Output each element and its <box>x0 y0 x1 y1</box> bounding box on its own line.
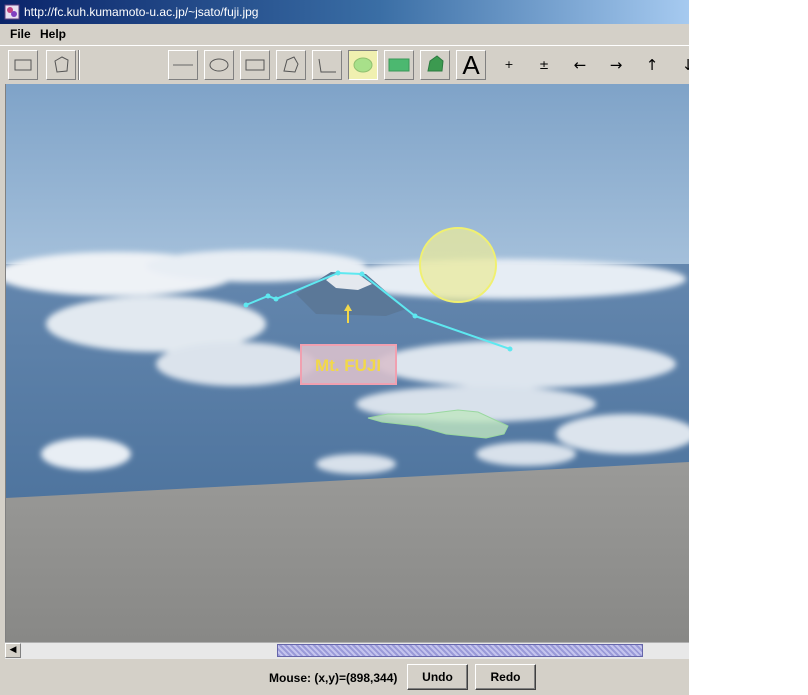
rectangle-icon <box>245 59 265 71</box>
polygon-tool[interactable] <box>276 50 306 80</box>
ellipse-icon <box>209 58 229 72</box>
menu-help[interactable]: Help <box>38 27 68 41</box>
horizontal-scrollbar[interactable]: ◀ <box>5 642 689 659</box>
app-icon <box>4 4 20 20</box>
rectangle-tool[interactable] <box>240 50 270 80</box>
app-window: http://fc.kuh.kumamoto-u.ac.jp/~jsato/fu… <box>0 0 689 695</box>
window-title: http://fc.kuh.kumamoto-u.ac.jp/~jsato/fu… <box>24 5 259 19</box>
scroll-right-button[interactable]: → <box>601 50 631 80</box>
zoom-toggle-button[interactable]: ± <box>529 50 559 80</box>
filled-rectangle-icon <box>388 58 410 72</box>
filled-polygon-tool[interactable] <box>420 50 450 80</box>
line-tool[interactable] <box>168 50 198 80</box>
polyline-tool[interactable] <box>312 50 342 80</box>
rectangle-icon <box>14 59 32 71</box>
menu-file[interactable]: File <box>8 27 33 41</box>
photo-view: Mt. FUJI <box>6 84 689 642</box>
select-polygon-tool[interactable] <box>46 50 76 80</box>
image-canvas[interactable]: Mt. FUJI <box>5 84 689 642</box>
polygon-icon <box>54 56 69 73</box>
line-icon <box>173 64 193 66</box>
undo-button[interactable]: Undo <box>407 664 468 690</box>
text-tool-label: A <box>462 50 480 80</box>
polyline-icon <box>318 58 336 73</box>
scroll-left-arrow-icon[interactable]: ◀ <box>5 643 21 658</box>
scrollbar-thumb[interactable] <box>277 644 643 657</box>
filled-ellipse-tool[interactable] <box>348 50 378 80</box>
filled-rectangle-tool[interactable] <box>384 50 414 80</box>
filled-ellipse-icon <box>353 57 373 73</box>
scroll-up-button[interactable]: ↑ <box>637 50 667 80</box>
text-tool[interactable]: A <box>456 50 486 80</box>
filled-polygon-icon <box>427 55 444 72</box>
status-bar: Mouse: (x,y)=(898,344) Undo Redo <box>0 659 689 695</box>
mouse-coordinates: Mouse: (x,y)=(898,344) <box>269 671 398 685</box>
zoom-in-button[interactable]: + <box>494 50 524 80</box>
scroll-down-button[interactable]: ↓ <box>673 50 689 80</box>
menu-bar: File Help <box>0 24 689 45</box>
polygon-icon <box>283 56 299 73</box>
toolbar-separator <box>78 50 80 80</box>
scroll-left-button[interactable]: ← <box>565 50 595 80</box>
redo-button[interactable]: Redo <box>475 664 536 690</box>
title-bar: http://fc.kuh.kumamoto-u.ac.jp/~jsato/fu… <box>0 0 689 24</box>
ellipse-tool[interactable] <box>204 50 234 80</box>
select-rectangle-tool[interactable] <box>8 50 38 80</box>
annotation-label-text: Mt. FUJI <box>315 356 381 375</box>
toolbar: A + ± ← → ↑ ↓ <box>0 45 689 84</box>
annotation-circle[interactable] <box>419 227 497 303</box>
